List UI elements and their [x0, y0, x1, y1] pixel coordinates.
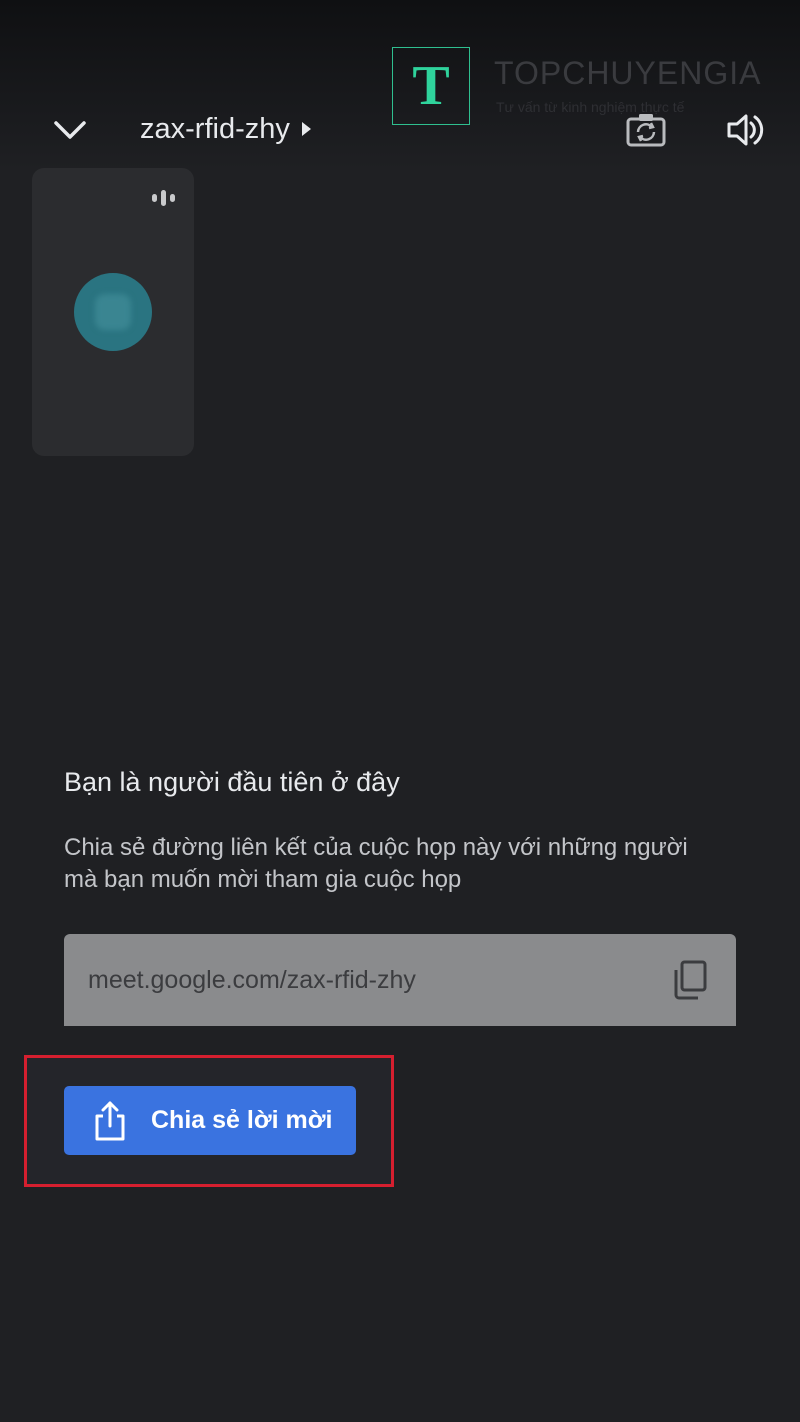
speaker-icon[interactable]	[720, 105, 772, 155]
self-view-tile[interactable]	[32, 168, 194, 456]
share-icon	[90, 1099, 130, 1143]
meeting-link-field[interactable]: meet.google.com/zax-rfid-zhy	[64, 934, 736, 1026]
avatar-image	[95, 294, 131, 330]
first-participant-notice: Bạn là người đầu tiên ở đây Chia sẻ đườn…	[64, 762, 744, 896]
notice-title: Bạn là người đầu tiên ở đây	[64, 767, 400, 797]
copy-icon[interactable]	[664, 954, 716, 1006]
chevron-down-icon[interactable]	[45, 107, 95, 152]
avatar	[74, 273, 152, 351]
share-invite-button[interactable]: Chia sẻ lời mời	[64, 1086, 356, 1155]
caret-right-icon	[301, 122, 311, 136]
notice-description: Chia sẻ đường liên kết của cuộc họp này …	[64, 834, 688, 893]
share-invite-label: Chia sẻ lời mời	[151, 1106, 333, 1134]
meeting-code-button[interactable]: zax-rfid-zhy	[140, 109, 311, 149]
call-header: zax-rfid-zhy	[0, 95, 800, 165]
watermark-brand: TOPCHUYENGIA	[494, 55, 762, 91]
meeting-code: zax-rfid-zhy	[140, 112, 290, 145]
audio-level-icon	[146, 188, 180, 208]
camera-switch-icon[interactable]	[620, 105, 672, 155]
meeting-link-text: meet.google.com/zax-rfid-zhy	[88, 966, 416, 994]
